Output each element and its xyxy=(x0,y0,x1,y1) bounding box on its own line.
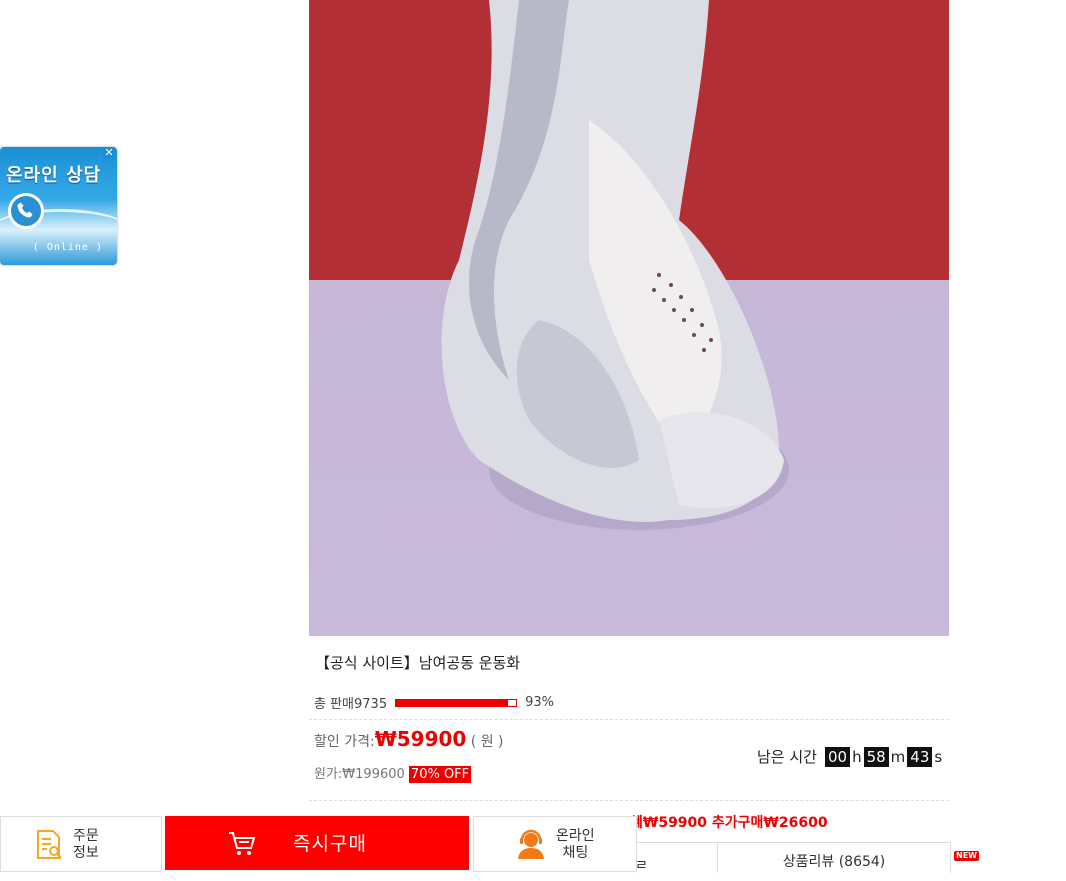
promo-text: 혜₩59900 추가구매₩26600 xyxy=(630,815,828,831)
countdown-timer: 남은 시간 00 h 58 m 43 s xyxy=(757,746,942,767)
timer-m-unit: m xyxy=(890,747,906,766)
close-icon[interactable]: ✕ xyxy=(103,147,115,159)
sales-bar-fill xyxy=(396,699,508,706)
timer-minutes: 58 xyxy=(863,746,889,767)
order-info-button[interactable]: 주문 정보 xyxy=(0,816,162,872)
timer-h-unit: h xyxy=(852,747,862,766)
sales-percent: 93% xyxy=(525,695,555,710)
cart-icon xyxy=(229,832,256,855)
sales-progress: 총 판매9735 93% xyxy=(314,693,554,712)
sale-price: ₩59900 xyxy=(374,727,467,751)
bottom-action-bar: 주문 정보 즉시구매 온라인 채팅 xyxy=(0,814,637,872)
online-chat-button[interactable]: 온라인 채팅 xyxy=(473,816,637,872)
order-info-line2: 정보 xyxy=(73,845,99,861)
product-tabs: ㄹ 상품리뷰 (8654) NEW xyxy=(634,842,979,874)
online-consult-widget[interactable]: ✕ 온라인 상담 ( Online ) xyxy=(0,147,117,265)
online-chat-label: 온라인 채팅 xyxy=(556,828,595,862)
phone-icon xyxy=(8,193,44,229)
tab-reviews-label: 상품리뷰 (8654) xyxy=(782,854,886,870)
discount-badge: 70% OFF xyxy=(408,766,472,783)
order-info-line1: 주문 xyxy=(73,828,99,844)
price-label: 할인 가격: xyxy=(314,734,375,750)
timer-label: 남은 시간 xyxy=(757,748,817,766)
original-price-row: 원가:₩199600 70% OFF xyxy=(314,763,472,783)
buy-now-label: 즉시구매 xyxy=(293,833,367,855)
timer-hours: 00 xyxy=(824,746,851,767)
timer-seconds: 43 xyxy=(907,746,933,767)
online-chat-line1: 온라인 xyxy=(556,828,595,844)
sales-bar xyxy=(395,698,518,707)
price-unit: ( 원 ) xyxy=(470,734,504,750)
new-badge: NEW xyxy=(954,851,979,861)
timer-s-unit: s xyxy=(934,747,943,766)
divider xyxy=(309,800,949,801)
product-name: 【공식 사이트】남여공동 운동화 xyxy=(315,654,521,672)
online-label: ( Online ) xyxy=(32,242,103,253)
product-image xyxy=(309,0,949,636)
order-document-icon xyxy=(37,830,62,859)
sales-count: 총 판매9735 xyxy=(314,697,388,712)
price-row: 할인 가격:₩59900 ( 원 ) xyxy=(314,727,504,751)
buy-now-button[interactable]: 즉시구매 xyxy=(165,816,469,870)
online-chat-line2: 채팅 xyxy=(562,845,589,861)
order-info-label: 주문 정보 xyxy=(73,828,99,862)
headset-agent-icon xyxy=(518,829,544,859)
consult-title: 온라인 상담 xyxy=(6,165,102,186)
divider xyxy=(309,719,949,720)
original-price: 원가:₩199600 xyxy=(314,767,405,782)
tab-reviews[interactable]: 상품리뷰 (8654) NEW xyxy=(717,843,979,873)
